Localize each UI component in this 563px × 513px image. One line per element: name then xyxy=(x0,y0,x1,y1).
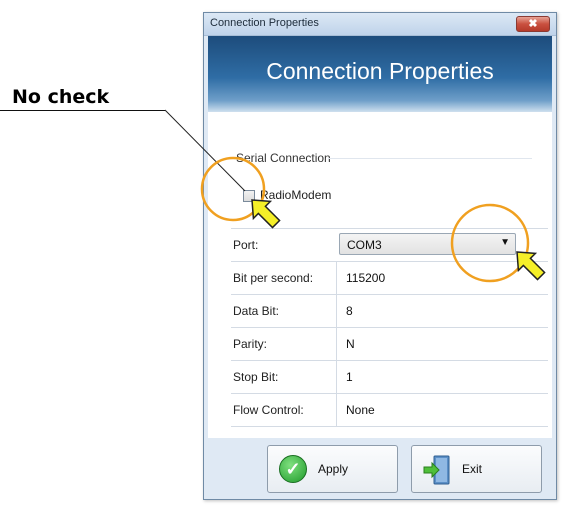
callout-no-check: No check xyxy=(12,86,110,108)
header-banner: Connection Properties xyxy=(208,36,552,112)
field-label: Stop Bit: xyxy=(233,370,279,384)
databit-value[interactable]: 8 xyxy=(346,304,353,318)
field-label: Parity: xyxy=(233,337,268,351)
banner-title: Connection Properties xyxy=(266,58,494,84)
exit-button[interactable]: Exit xyxy=(411,445,542,493)
settings-panel: Serial Connection RadioModem Port: COM3 … xyxy=(208,112,552,438)
section-label: Serial Connection xyxy=(236,151,331,165)
column-divider xyxy=(336,262,337,294)
stopbit-value[interactable]: 1 xyxy=(346,370,353,384)
button-bar: ✓ Apply Exit xyxy=(208,438,552,496)
field-label: Data Bit: xyxy=(233,304,280,318)
exit-door-icon xyxy=(423,455,450,485)
column-divider xyxy=(336,361,337,393)
connection-properties-window: Connection Properties ✖ Connection Prope… xyxy=(203,12,557,500)
flowcontrol-value[interactable]: None xyxy=(346,403,375,417)
field-row-port: Port: COM3 ▼ xyxy=(231,229,548,262)
field-row-bitrate: Bit per second: 115200 xyxy=(231,262,548,295)
port-dropdown[interactable]: COM3 ▼ xyxy=(339,233,516,255)
field-label: Flow Control: xyxy=(233,403,304,417)
checkmark-icon: ✓ xyxy=(279,455,307,483)
field-row-parity: Parity: N xyxy=(231,328,548,361)
callout-underline xyxy=(0,110,165,111)
titlebar: Connection Properties ✖ xyxy=(204,13,556,36)
column-divider xyxy=(336,394,337,426)
apply-button[interactable]: ✓ Apply xyxy=(267,445,398,493)
window-title: Connection Properties xyxy=(210,17,319,29)
column-divider xyxy=(336,328,337,360)
field-row-stopbit: Stop Bit: 1 xyxy=(231,361,548,394)
port-value: COM3 xyxy=(347,238,382,252)
chevron-down-icon[interactable]: ▼ xyxy=(500,237,510,248)
column-divider xyxy=(336,295,337,327)
settings-grid: Port: COM3 ▼ Bit per second: 115200 Data… xyxy=(231,228,548,427)
field-label: Port: xyxy=(233,238,259,252)
field-label: Bit per second: xyxy=(233,271,314,285)
parity-value[interactable]: N xyxy=(346,337,355,351)
apply-label: Apply xyxy=(318,462,349,476)
exit-label: Exit xyxy=(462,462,483,476)
bitrate-value[interactable]: 115200 xyxy=(346,271,385,285)
field-row-flowcontrol: Flow Control: None xyxy=(231,394,548,427)
close-button[interactable]: ✖ xyxy=(516,16,550,32)
field-row-databit: Data Bit: 8 xyxy=(231,295,548,328)
radiomodem-checkbox[interactable] xyxy=(243,190,255,202)
section-divider xyxy=(328,158,532,159)
radiomodem-label: RadioModem xyxy=(260,188,332,202)
